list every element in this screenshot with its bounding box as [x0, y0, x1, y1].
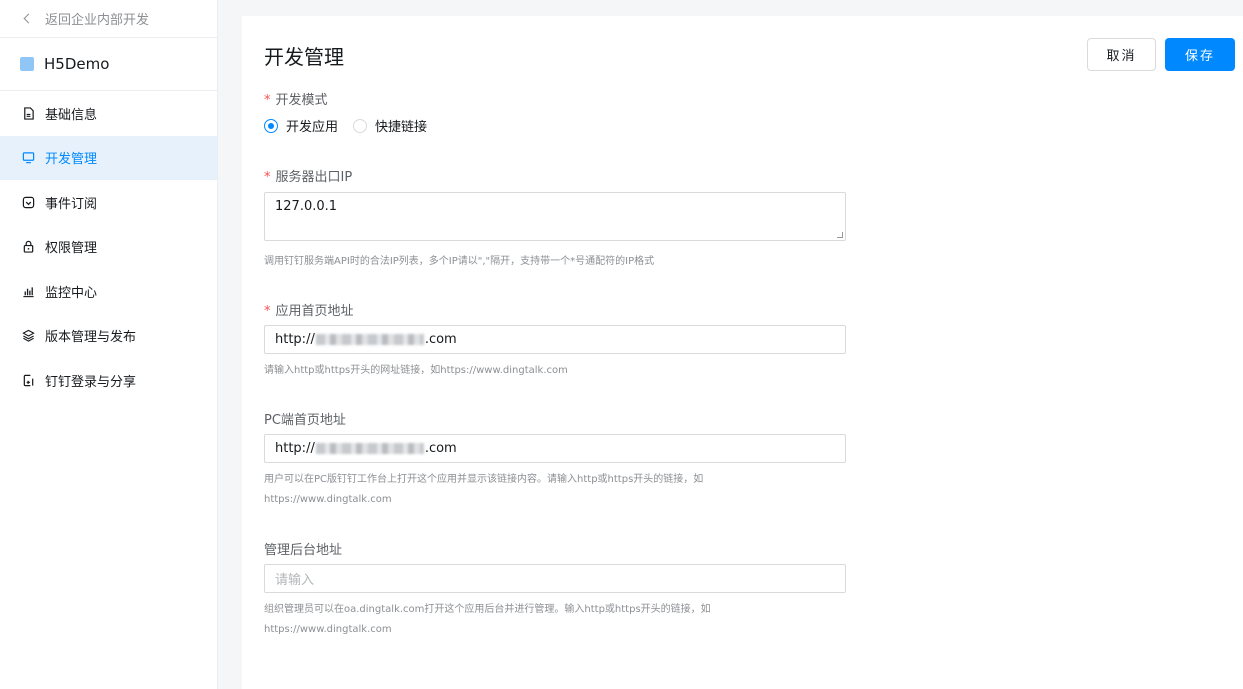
required-asterisk: *	[264, 170, 271, 185]
cancel-button[interactable]: 取消	[1087, 38, 1156, 71]
admin-url-label: 管理后台地址	[264, 543, 343, 558]
page-title: 开发管理	[264, 45, 344, 69]
radio-quick-link-label[interactable]: 快捷链接	[375, 116, 427, 135]
dev-mode-label-text: 开发模式	[275, 93, 328, 108]
sidebar: 返回企业内部开发 H5Demo 基础信息 开发管理 事件订阅 权限管理 监控中心…	[0, 0, 218, 689]
pc-url-suffix: .com	[424, 441, 457, 456]
app-icon	[20, 57, 34, 71]
home-url-suffix: .com	[424, 332, 457, 347]
monitor-icon	[21, 151, 35, 165]
pc-url-help: 用户可以在PC版钉钉工作台上打开这个应用并显示该链接内容。请输入http或htt…	[264, 470, 884, 510]
pc-url-help-line2: https://www.dingtalk.com	[264, 494, 392, 505]
required-asterisk: *	[264, 304, 271, 319]
server-ip-help: 调用钉钉服务端API时的合法IP列表，多个IP请以","隔开，支持带一个*号通配…	[264, 256, 655, 267]
pc-url-input[interactable]: http:// .com	[264, 434, 846, 463]
main-panel: 开发管理 取消 保存 * 开发模式 开发应用 快捷链接 * 服务器出口IP 127.…	[242, 16, 1243, 689]
radio-dev-app-label[interactable]: 开发应用	[286, 116, 338, 135]
sidebar-item-label: 权限管理	[45, 241, 98, 257]
lock-icon	[21, 240, 35, 254]
redacted-text	[315, 443, 424, 454]
admin-url-input[interactable]: 请输入	[264, 564, 846, 593]
sidebar-item-label: 钉钉登录与分享	[45, 374, 137, 390]
resize-handle[interactable]	[837, 232, 843, 238]
radio-quick-link[interactable]	[353, 118, 368, 133]
admin-url-help-line1: 组织管理员可以在oa.dingtalk.com打开这个应用后台并进行管理。输入h…	[264, 604, 711, 615]
back-link-label: 返回企业内部开发	[45, 13, 150, 28]
sidebar-item-monitoring[interactable]: 监控中心	[0, 269, 217, 314]
home-url-input[interactable]: http:// .com	[264, 325, 846, 354]
redacted-text	[315, 334, 424, 345]
sidebar-nav: 基础信息 开发管理 事件订阅 权限管理 监控中心 版本管理与发布 钉钉登录与分享	[0, 91, 217, 403]
sidebar-item-basic-info[interactable]: 基础信息	[0, 91, 217, 136]
server-ip-label: * 服务器出口IP	[264, 166, 352, 185]
required-asterisk: *	[264, 93, 271, 108]
app-name: H5Demo	[44, 55, 110, 73]
pc-url-label: PC端首页地址	[264, 413, 346, 428]
sidebar-item-event-subscription[interactable]: 事件订阅	[0, 180, 217, 225]
document-icon	[21, 106, 35, 120]
pc-url-prefix: http://	[275, 441, 315, 456]
back-link[interactable]: 返回企业内部开发	[0, 0, 217, 38]
server-ip-value: 127.0.0.1	[275, 199, 338, 214]
home-url-help: 请输入http或https开头的网址链接，如https://www.dingta…	[264, 365, 568, 376]
home-url-prefix: http://	[275, 332, 315, 347]
sidebar-item-version-release[interactable]: 版本管理与发布	[0, 314, 217, 359]
home-url-label-text: 应用首页地址	[275, 304, 354, 319]
subscription-icon	[21, 195, 35, 209]
admin-url-placeholder: 请输入	[275, 573, 315, 588]
sidebar-item-dev-management[interactable]: 开发管理	[0, 135, 217, 180]
server-ip-label-text: 服务器出口IP	[275, 170, 353, 185]
home-url-label: * 应用首页地址	[264, 300, 354, 319]
server-ip-textarea[interactable]: 127.0.0.1	[264, 192, 846, 241]
sidebar-item-login-share[interactable]: 钉钉登录与分享	[0, 358, 217, 403]
save-button[interactable]: 保存	[1165, 38, 1235, 71]
dev-mode-label: * 开发模式	[264, 89, 328, 108]
admin-url-help-line2: https://www.dingtalk.com	[264, 624, 392, 635]
sidebar-item-label: 基础信息	[45, 107, 98, 123]
sidebar-item-label: 监控中心	[45, 285, 98, 301]
sidebar-item-label: 开发管理	[45, 152, 98, 168]
sidebar-item-label: 版本管理与发布	[45, 330, 137, 346]
sidebar-item-permissions[interactable]: 权限管理	[0, 225, 217, 270]
sidebar-item-label: 事件订阅	[45, 196, 98, 212]
bar-chart-icon	[21, 284, 35, 298]
radio-dev-app[interactable]	[264, 118, 278, 133]
dev-mode-radio-group: 开发应用 快捷链接	[264, 116, 442, 135]
pc-url-help-line1: 用户可以在PC版钉钉工作台上打开这个应用并显示该链接内容。请输入http或htt…	[264, 474, 704, 485]
login-share-icon	[21, 373, 35, 387]
chevron-left-icon	[23, 13, 34, 24]
app-header: H5Demo	[0, 38, 217, 91]
layers-icon	[21, 329, 35, 343]
admin-url-help: 组织管理员可以在oa.dingtalk.com打开这个应用后台并进行管理。输入h…	[264, 600, 884, 640]
